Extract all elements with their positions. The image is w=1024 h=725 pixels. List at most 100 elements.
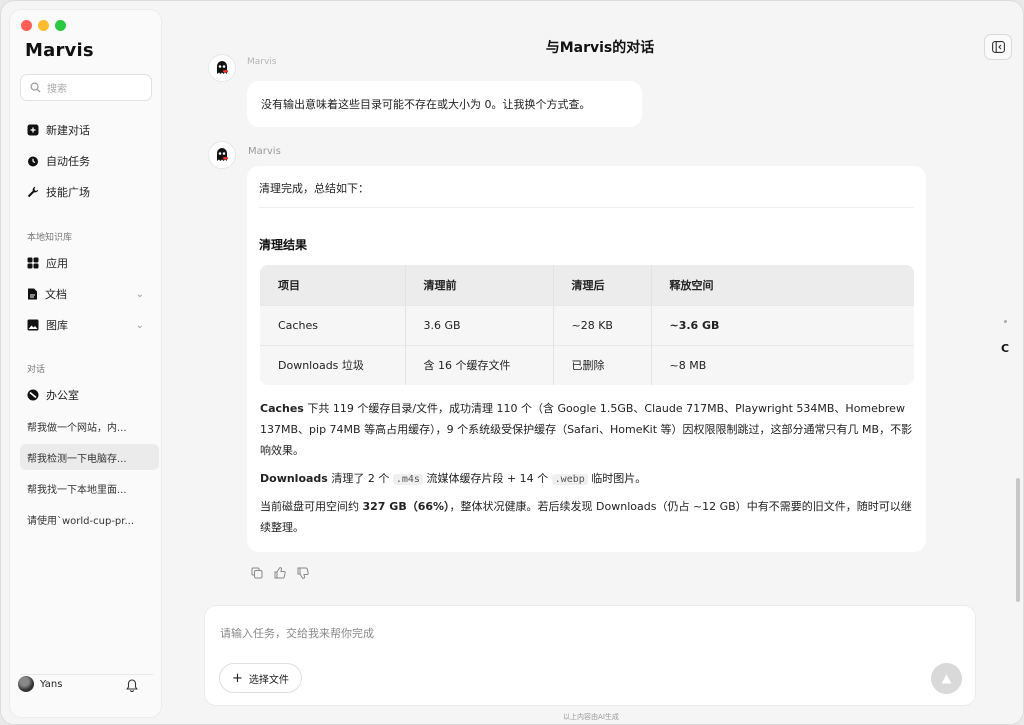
apps-grid-icon bbox=[27, 257, 39, 269]
send-button[interactable] bbox=[931, 663, 962, 694]
document-icon bbox=[28, 288, 37, 300]
table-cell: Caches bbox=[260, 304, 405, 345]
conversation-label: 办公室 bbox=[46, 389, 79, 402]
message-sender: Marvis bbox=[248, 146, 281, 157]
table-header-row: 项目 清理前 清理后 释放空间 bbox=[260, 265, 914, 305]
conversation-item-office[interactable]: 办公室 bbox=[20, 382, 152, 408]
bell-icon bbox=[126, 679, 138, 693]
sidebar-item-auto-tasks[interactable]: 自动任务 bbox=[20, 148, 152, 174]
section-label-conversations: 对话 bbox=[27, 365, 46, 375]
message-actions bbox=[251, 564, 309, 583]
conversation-item[interactable]: 帮我做一个网站，内... bbox=[20, 413, 159, 439]
conversation-item[interactable]: 帮我找一下本地里面... bbox=[20, 475, 159, 501]
table-header: 项目 bbox=[260, 265, 405, 305]
section-label-kb: 本地知识库 bbox=[27, 233, 73, 243]
close-window-button[interactable] bbox=[21, 20, 32, 31]
marvis-avatar bbox=[208, 54, 236, 82]
sidebar-divider bbox=[20, 674, 153, 675]
copy-icon bbox=[251, 567, 263, 579]
sidebar: Marvis 搜索 新建对话 自动任务 技能广场 本地知识库 应用 文档 ⌄ 图… bbox=[9, 9, 162, 718]
table-row: Caches 3.6 GB ~28 KB ~3.6 GB bbox=[260, 304, 914, 345]
user-name: Yans bbox=[40, 678, 63, 690]
table-cell: ~8 MB bbox=[650, 344, 914, 385]
inline-code: .webp bbox=[551, 474, 588, 485]
assistant-message: 清理完成，总结如下： 清理结果 项目 清理前 清理后 释放空间 Caches 3… bbox=[247, 166, 926, 552]
ai-disclaimer: 以上内容由AI生成 bbox=[563, 713, 619, 721]
assistant-message: 没有输出意味着这些目录可能不存在或大小为 0。让我换个方式查。 bbox=[247, 81, 642, 127]
thumbs-down-button[interactable] bbox=[297, 564, 309, 583]
conversation-item[interactable]: 请使用`world-cup-pr... bbox=[20, 506, 159, 532]
side-indicator-dot bbox=[1004, 320, 1007, 323]
side-indicator-letter: C bbox=[1001, 342, 1010, 355]
sidebar-item-label: 文档 bbox=[45, 288, 67, 301]
divider bbox=[259, 207, 914, 208]
table-cell: ~28 KB bbox=[552, 304, 651, 345]
conversation-label: 帮我做一个网站，内... bbox=[27, 422, 127, 434]
select-file-label: 选择文件 bbox=[248, 674, 289, 686]
paragraph-caches: Caches 下共 119 个缓存目录/文件，成功清理 110 个（含 Goog… bbox=[260, 398, 920, 461]
chat-input-placeholder[interactable]: 请输入任务，交给我来帮你完成 bbox=[220, 625, 374, 641]
scrollbar[interactable] bbox=[1016, 478, 1020, 602]
table-cell: 已删除 bbox=[552, 344, 651, 385]
wrench-icon bbox=[27, 186, 39, 198]
inline-code: .m4s bbox=[392, 474, 423, 485]
table-header: 清理后 bbox=[552, 265, 651, 305]
app-brand: Marvis bbox=[25, 40, 94, 61]
message-intro: 清理完成，总结如下： bbox=[259, 182, 369, 195]
chevron-down-icon[interactable]: ⌄ bbox=[136, 289, 144, 300]
paragraph-downloads: Downloads 清理了 2 个 .m4s 流媒体缓存片段 + 14 个 .w… bbox=[260, 468, 920, 490]
copy-button[interactable] bbox=[251, 564, 263, 583]
plus-icon: + bbox=[232, 670, 243, 686]
alarm-clock-icon bbox=[28, 156, 38, 167]
sidebar-item-label: 自动任务 bbox=[46, 155, 90, 168]
page-title: 与Marvis的对话 bbox=[545, 40, 655, 56]
marvis-avatar bbox=[208, 141, 236, 169]
table-cell: 3.6 GB bbox=[404, 304, 553, 345]
avatar bbox=[18, 676, 34, 692]
search-placeholder: 搜索 bbox=[47, 84, 67, 95]
toggle-panel-button[interactable] bbox=[984, 34, 1012, 60]
section-heading: 清理结果 bbox=[259, 238, 308, 252]
sidebar-item-documents[interactable]: 文档 ⌄ bbox=[20, 281, 152, 307]
paragraph-text: 清理了 2 个 bbox=[327, 472, 393, 485]
bold-text: Downloads bbox=[260, 472, 328, 485]
minimize-window-button[interactable] bbox=[38, 20, 49, 31]
paragraph-text: 当前磁盘可用空间约 bbox=[260, 500, 363, 513]
chat-input-box[interactable]: 请输入任务，交给我来帮你完成 + 选择文件 bbox=[204, 605, 976, 706]
panel-collapse-icon bbox=[991, 41, 1005, 53]
bold-text: 327 GB（66%） bbox=[362, 500, 450, 513]
conversation-item-active[interactable]: 帮我检测一下电脑存... bbox=[20, 444, 159, 470]
conversation-label: 帮我找一下本地里面... bbox=[27, 484, 127, 496]
sidebar-item-gallery[interactable]: 图库 ⌄ bbox=[20, 312, 152, 338]
paragraph-text: 流媒体缓存片段 + 14 个 bbox=[422, 472, 552, 485]
thumbs-up-button[interactable] bbox=[274, 564, 286, 583]
table-cell: Downloads 垃圾 bbox=[260, 344, 405, 385]
window-controls bbox=[21, 20, 66, 31]
sidebar-item-skills[interactable]: 技能广场 bbox=[20, 179, 152, 205]
sidebar-item-label: 新建对话 bbox=[46, 124, 90, 137]
paragraph-text: 下共 119 个缓存目录/文件，成功清理 110 个（含 Google 1.5G… bbox=[260, 402, 913, 457]
sidebar-item-label: 应用 bbox=[46, 257, 68, 270]
sidebar-item-label: 图库 bbox=[46, 319, 68, 332]
user-profile[interactable]: Yans bbox=[18, 676, 62, 692]
paragraph-text: 临时图片。 bbox=[587, 472, 647, 485]
sidebar-item-new-chat[interactable]: 新建对话 bbox=[20, 117, 152, 143]
partial-message-name: Marvis bbox=[247, 57, 277, 67]
thumbs-down-icon bbox=[297, 567, 309, 579]
bold-text: Caches bbox=[260, 402, 304, 415]
conversation-label: 帮我检测一下电脑存... bbox=[27, 453, 127, 465]
marvis-mascot-icon bbox=[217, 61, 228, 74]
select-file-button[interactable]: + 选择文件 bbox=[219, 663, 302, 693]
sidebar-item-label: 技能广场 bbox=[46, 186, 90, 199]
table-cell: 含 16 个缓存文件 bbox=[404, 344, 553, 385]
thumbs-up-icon bbox=[274, 567, 286, 579]
search-input[interactable]: 搜索 bbox=[20, 74, 152, 101]
send-arrow-icon bbox=[941, 674, 952, 683]
sidebar-item-apps[interactable]: 应用 bbox=[20, 250, 152, 276]
maximize-window-button[interactable] bbox=[55, 20, 66, 31]
chevron-down-icon[interactable]: ⌄ bbox=[136, 320, 144, 331]
table-cell: ~3.6 GB bbox=[650, 304, 914, 345]
table-row: Downloads 垃圾 含 16 个缓存文件 已删除 ~8 MB bbox=[260, 344, 914, 385]
results-table: 项目 清理前 清理后 释放空间 Caches 3.6 GB ~28 KB ~3.… bbox=[260, 265, 914, 385]
notification-button[interactable] bbox=[126, 677, 138, 696]
